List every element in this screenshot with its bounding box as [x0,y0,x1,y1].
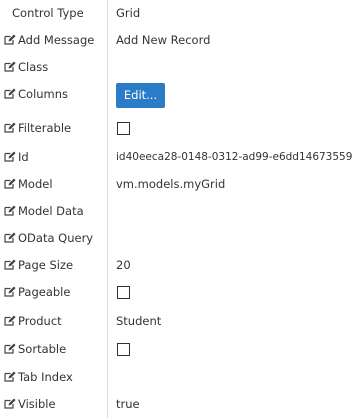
property-label-pageable: Pageable [18,285,71,299]
property-label-control-type: Control Type [12,6,84,20]
edit-icon[interactable] [4,178,16,189]
property-row-tab-index[interactable]: Tab Index [0,364,352,391]
property-label-product-wrap: Product [4,308,62,335]
property-label-id: Id [18,150,29,164]
property-label-id-wrap: Id [4,144,29,171]
pageable-checkbox[interactable] [117,286,130,299]
property-label-sortable-wrap: Sortable [4,336,66,363]
property-row-model[interactable]: Model vm.models.myGrid [0,171,352,198]
edit-icon[interactable] [4,34,16,45]
edit-icon[interactable] [4,259,16,270]
property-row-odata-query[interactable]: OData Query [0,225,352,252]
property-label-page-size-wrap: Page Size [4,252,73,279]
property-value-page-size[interactable]: 20 [116,252,131,279]
property-label-pageable-wrap: Pageable [4,279,70,306]
property-label-filterable-wrap: Filterable [4,115,71,142]
property-label-page-size: Page Size [18,258,74,272]
property-value-id[interactable]: id40eeca28-0148-0312-ad99-e6dd14673559 [116,144,352,171]
property-row-pageable: Pageable [0,279,352,306]
property-label-tab-index: Tab Index [18,370,73,384]
property-label-tab-index-wrap: Tab Index [4,364,73,391]
property-label-filterable: Filterable [18,121,72,135]
property-label-class-wrap: Class [4,54,48,81]
edit-icon[interactable] [4,315,16,326]
property-label-class: Class [18,60,49,74]
property-row-add-message[interactable]: Add Message Add New Record [0,27,352,54]
property-label-model-wrap: Model [4,171,53,198]
property-label-product: Product [18,314,62,328]
property-label-sortable: Sortable [18,342,67,356]
property-value-add-message[interactable]: Add New Record [116,27,210,54]
property-row-page-size[interactable]: Page Size 20 [0,252,352,279]
property-label-visible-wrap: Visible [4,391,56,418]
edit-icon[interactable] [4,398,16,409]
property-row-id[interactable]: Id id40eeca28-0148-0312-ad99-e6dd1467355… [0,144,352,171]
edit-icon[interactable] [4,205,16,216]
edit-icon[interactable] [4,122,16,133]
property-value-product[interactable]: Student [116,308,161,335]
property-label-visible: Visible [18,397,56,411]
property-label-add-message-wrap: Add Message [4,27,94,54]
property-row-filterable: Filterable [0,115,352,142]
property-label-model: Model [18,177,53,191]
edit-icon[interactable] [4,88,16,99]
property-label-model-data-wrap: Model Data [4,198,84,225]
property-row-control-type: Control Type Grid [0,0,352,27]
edit-icon[interactable] [4,151,16,162]
property-value-control-type: Grid [116,6,141,20]
property-value-visible[interactable]: true [116,391,140,418]
property-row-columns: Columns [0,81,352,108]
columns-edit-button[interactable]: Edit... [116,83,165,108]
edit-icon[interactable] [4,286,16,297]
edit-icon[interactable] [4,343,16,354]
property-label-columns: Columns [18,87,69,101]
property-value-model[interactable]: vm.models.myGrid [116,171,225,198]
property-label-columns-wrap: Columns [4,81,68,108]
property-row-visible[interactable]: Visible true [0,391,352,418]
property-row-class[interactable]: Class [0,54,352,81]
property-row-model-data[interactable]: Model Data [0,198,352,225]
property-row-sortable: Sortable [0,336,352,363]
filterable-checkbox[interactable] [117,122,130,135]
property-label-add-message: Add Message [18,33,95,47]
edit-icon[interactable] [4,232,16,243]
property-label-odata-query-wrap: OData Query [4,225,93,252]
edit-icon[interactable] [4,371,16,382]
sortable-checkbox[interactable] [117,343,130,356]
property-grid: Control Type Grid Add Message Add New Re… [0,0,352,418]
edit-icon[interactable] [4,61,16,72]
property-row-product[interactable]: Product Student [0,308,352,335]
property-label-model-data: Model Data [18,204,84,218]
property-label-odata-query: OData Query [18,231,94,245]
